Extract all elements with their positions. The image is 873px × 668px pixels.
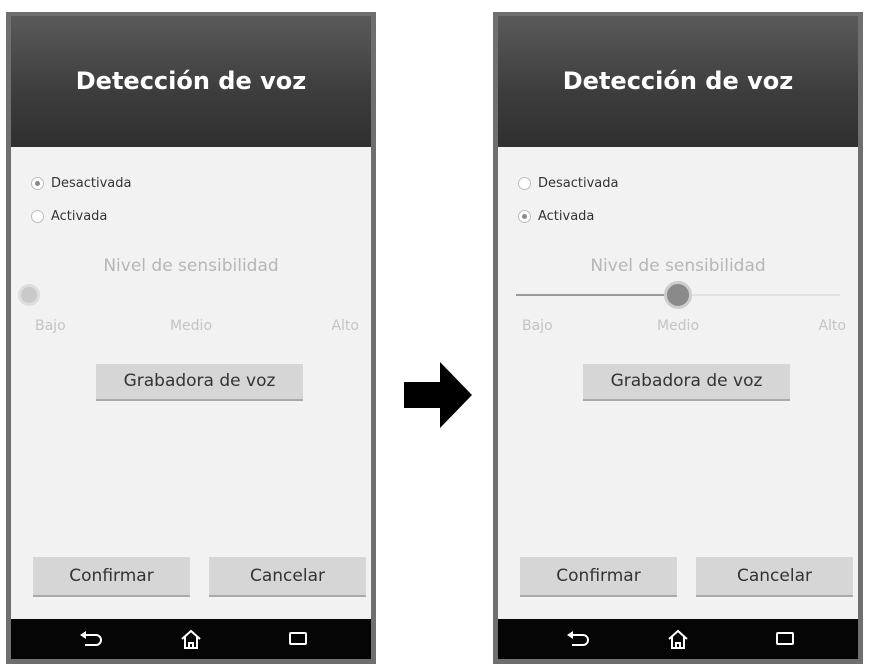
sensitivity-slider — [18, 284, 353, 306]
cancel-button[interactable]: Cancelar — [209, 557, 366, 597]
voice-recorder-button[interactable]: Grabadora de voz — [96, 364, 303, 401]
tick-label-mid: Medio — [656, 318, 700, 334]
radio-label: Activada — [51, 208, 108, 224]
page-title: Detección de voz — [11, 16, 371, 147]
slider-thumb[interactable] — [664, 281, 692, 309]
sensitivity-slider[interactable] — [516, 281, 840, 309]
radio-button-checked[interactable] — [31, 176, 44, 190]
radio-button-unchecked[interactable] — [31, 209, 44, 223]
radio-desactivada[interactable]: Desactivada — [31, 172, 131, 194]
right-arrow-icon — [404, 362, 472, 428]
sensitivity-label: Nivel de sensibilidad — [590, 256, 766, 276]
cancel-button[interactable]: Cancelar — [696, 557, 853, 597]
slider-thumb — [18, 284, 40, 306]
voice-recorder-button[interactable]: Grabadora de voz — [583, 364, 790, 401]
radio-activada[interactable]: Activada — [518, 205, 594, 227]
phone-after: Detección de voz Desactivada Activada Ni… — [493, 12, 863, 664]
home-icon[interactable] — [171, 619, 211, 659]
slider-fill — [516, 294, 678, 296]
radio-button-checked[interactable] — [518, 209, 531, 223]
tick-label-high: Alto — [331, 318, 359, 334]
phone-before: Detección de voz Desactivada Activada Ni… — [6, 12, 376, 664]
radio-label: Activada — [538, 208, 595, 224]
navigation-bar — [498, 619, 858, 659]
confirm-button[interactable]: Confirmar — [520, 557, 677, 597]
page-title: Detección de voz — [498, 16, 858, 147]
navigation-bar — [11, 619, 371, 659]
radio-button-unchecked[interactable] — [518, 176, 531, 190]
sensitivity-label: Nivel de sensibilidad — [103, 256, 279, 276]
radio-label: Desactivada — [538, 175, 619, 191]
tick-label-high: Alto — [818, 318, 846, 334]
radio-desactivada[interactable]: Desactivada — [518, 172, 618, 194]
home-icon[interactable] — [658, 619, 698, 659]
radio-activada[interactable]: Activada — [31, 205, 107, 227]
back-icon[interactable] — [71, 619, 111, 659]
radio-label: Desactivada — [51, 175, 132, 191]
recent-apps-icon[interactable] — [766, 619, 806, 659]
screen: Detección de voz Desactivada Activada Ni… — [11, 16, 371, 659]
confirm-button[interactable]: Confirmar — [33, 557, 190, 597]
tick-label-mid: Medio — [169, 318, 213, 334]
screen: Detección de voz Desactivada Activada Ni… — [498, 16, 858, 659]
recent-apps-icon[interactable] — [279, 619, 319, 659]
back-icon[interactable] — [558, 619, 598, 659]
